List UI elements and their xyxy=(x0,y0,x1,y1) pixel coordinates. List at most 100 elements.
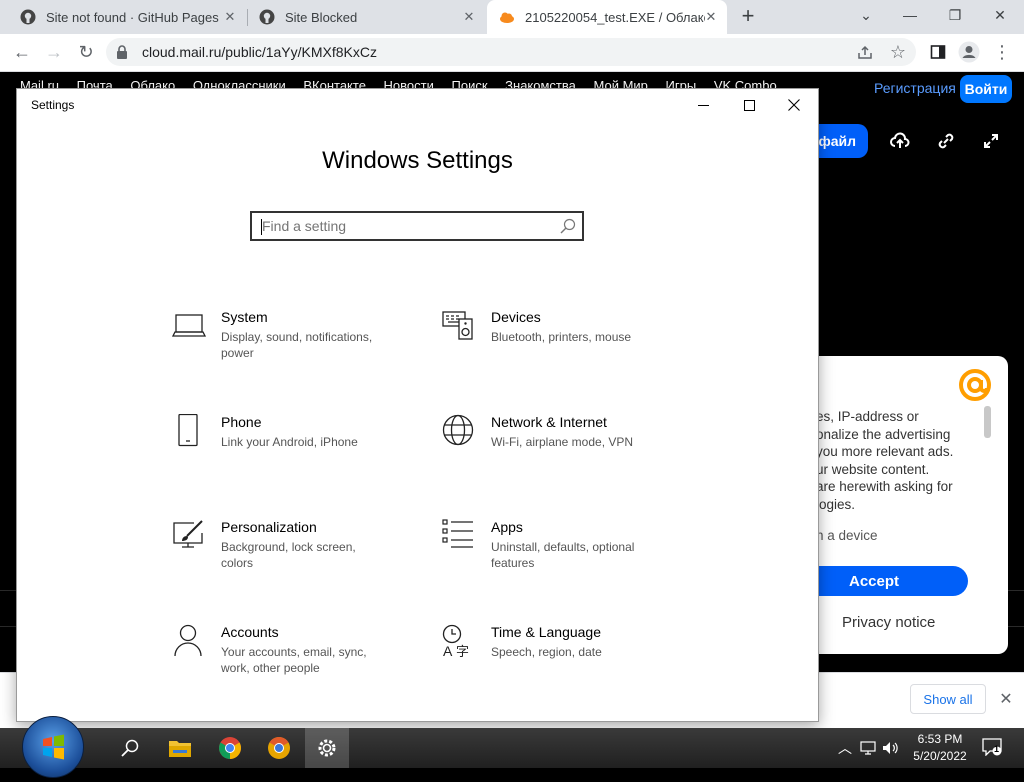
search-icon[interactable] xyxy=(560,218,576,234)
settings-category-apps[interactable]: Apps Uninstall, defaults, optional featu… xyxy=(442,519,682,589)
folder-icon xyxy=(169,741,191,757)
category-name: Accounts xyxy=(221,624,279,640)
back-icon[interactable]: ← xyxy=(8,38,36,66)
new-tab-button[interactable]: + xyxy=(737,5,759,27)
category-description: Uninstall, defaults, optional features xyxy=(491,540,635,570)
settings-category-phone[interactable]: Phone Link your Android, iPhone xyxy=(172,414,412,484)
forward-icon[interactable]: → xyxy=(40,38,68,66)
svg-text:A: A xyxy=(443,643,453,658)
notification-count: 1 xyxy=(994,744,1000,754)
category-name: Phone xyxy=(221,414,262,430)
search-icon xyxy=(121,739,139,757)
settings-category-network[interactable]: Network & Internet Wi-Fi, airplane mode,… xyxy=(442,414,682,484)
file-button-label: файл xyxy=(818,133,856,149)
settings-category-system[interactable]: System Display, sound, notifications, po… xyxy=(172,309,412,379)
chevron-up-icon[interactable]: ︿ xyxy=(838,738,852,758)
settings-category-devices[interactable]: Devices Bluetooth, printers, mouse xyxy=(442,309,682,379)
taskbar-search-button[interactable] xyxy=(108,728,152,768)
close-icon[interactable] xyxy=(771,89,817,121)
privacy-notice-link[interactable]: Privacy notice xyxy=(842,614,935,631)
apps-list-icon xyxy=(442,519,473,548)
cookie-consent-dialog: es, IP-address or onalize the advertisin… xyxy=(780,356,1008,654)
link-icon[interactable] xyxy=(935,130,957,152)
category-description: Your accounts, email, sync, work, other … xyxy=(221,645,367,675)
settings-category-accounts[interactable]: Accounts Your accounts, email, sync, wor… xyxy=(172,624,412,694)
category-name: Personalization xyxy=(221,519,317,535)
close-tab-icon[interactable]: ✕ xyxy=(461,9,477,25)
page-title: Windows Settings xyxy=(322,147,513,174)
lock-icon xyxy=(116,45,130,59)
login-button[interactable]: Войти xyxy=(960,75,1012,103)
chevron-down-icon[interactable]: ⌄ xyxy=(843,0,889,30)
time-language-icon: A 字 xyxy=(442,624,469,658)
category-description: Speech, region, date xyxy=(491,645,602,659)
maximize-icon[interactable] xyxy=(726,89,772,121)
settings-window: Settings Windows Settings System Display… xyxy=(16,88,819,722)
side-panel-icon[interactable] xyxy=(924,38,952,66)
address-bar[interactable]: cloud.mail.ru/public/1aYy/KMXf8KxCz xyxy=(106,38,916,66)
taskbar-chrome[interactable] xyxy=(208,728,252,768)
taskbar-file-explorer[interactable] xyxy=(158,728,202,768)
settings-category-personalization[interactable]: Personalization Background, lock screen,… xyxy=(172,519,412,589)
star-icon[interactable]: ☆ xyxy=(884,38,912,66)
svg-text:字: 字 xyxy=(456,644,469,658)
close-window-icon[interactable]: ✕ xyxy=(977,0,1023,30)
category-description: Bluetooth, printers, mouse xyxy=(491,330,632,344)
text-caret xyxy=(261,219,262,235)
minimize-icon[interactable] xyxy=(680,89,726,121)
taskbar-chrome-beta[interactable] xyxy=(257,728,301,768)
settings-category-time-language[interactable]: A 字 Time & Language Speech, region, date xyxy=(442,624,682,694)
restore-icon[interactable]: ❐ xyxy=(932,0,978,30)
search-box[interactable] xyxy=(250,211,584,241)
url-text: cloud.mail.ru/public/1aYy/KMXf8KxCz xyxy=(142,44,377,60)
browser-tab-strip: Site not found · GitHub Pages ✕ Site Blo… xyxy=(0,0,1024,34)
register-link[interactable]: Регистрация xyxy=(874,80,956,96)
cookie-text: es, IP-address or onalize the advertisin… xyxy=(816,409,954,512)
cookie-device-text: n a device xyxy=(816,528,878,543)
taskbar: ︿ 6:53 PM 5/20/2022 1 xyxy=(0,716,1024,778)
minimize-icon[interactable]: — xyxy=(887,0,933,30)
tab-site-blocked[interactable]: Site Blocked ✕ xyxy=(247,0,485,34)
category-description: Background, lock screen, colors xyxy=(221,540,356,570)
window-title: Settings xyxy=(31,98,75,112)
search-input[interactable] xyxy=(260,217,554,235)
category-name: System xyxy=(221,309,268,325)
clock-date: 5/20/2022 xyxy=(913,749,967,763)
tab-github-pages[interactable]: Site not found · GitHub Pages ✕ xyxy=(8,0,246,34)
chrome-icon xyxy=(219,737,241,759)
github-icon xyxy=(259,9,275,25)
gear-icon xyxy=(318,739,336,757)
start-button[interactable] xyxy=(22,716,84,778)
browser-toolbar: ← → ↻ cloud.mail.ru/public/1aYy/KMXf8KxC… xyxy=(0,34,1024,72)
system-tray: ︿ xyxy=(838,728,900,768)
laptop-icon xyxy=(172,314,206,337)
person-icon xyxy=(174,624,202,657)
category-name: Network & Internet xyxy=(491,414,607,430)
close-tab-icon[interactable]: ✕ xyxy=(222,9,238,25)
profile-icon[interactable] xyxy=(955,38,983,66)
close-tab-icon[interactable]: ✕ xyxy=(703,9,719,25)
phone-icon xyxy=(178,414,198,447)
menu-dots-icon[interactable]: ⋮ xyxy=(988,38,1016,66)
cloud-mail-icon xyxy=(499,9,515,25)
taskbar-clock[interactable]: 6:53 PM 5/20/2022 xyxy=(905,731,975,765)
network-icon[interactable] xyxy=(860,741,876,755)
tab-cloud-mail[interactable]: 2105220054_test.EXE / Облако M ✕ xyxy=(487,0,727,34)
clock-time: 6:53 PM xyxy=(917,732,963,746)
share-icon[interactable] xyxy=(851,38,879,66)
fullscreen-icon[interactable] xyxy=(980,130,1002,152)
reload-icon[interactable]: ↻ xyxy=(72,38,100,66)
globe-icon xyxy=(442,414,474,446)
notification-center-button[interactable]: 1 xyxy=(982,738,1002,757)
category-name: Apps xyxy=(491,519,523,535)
category-name: Time & Language xyxy=(491,624,601,640)
show-all-downloads-button[interactable]: Show all xyxy=(910,684,986,714)
category-description: Wi-Fi, airplane mode, VPN xyxy=(491,435,634,449)
upload-cloud-icon[interactable] xyxy=(889,130,911,152)
tab-title: 2105220054_test.EXE / Облако M xyxy=(525,9,705,25)
windows-logo-icon xyxy=(43,734,64,760)
volume-icon[interactable] xyxy=(882,741,900,755)
category-description: Display, sound, notifications, power xyxy=(221,330,373,360)
taskbar-settings[interactable] xyxy=(305,728,349,768)
close-download-bar-icon[interactable]: ✕ xyxy=(996,689,1016,709)
